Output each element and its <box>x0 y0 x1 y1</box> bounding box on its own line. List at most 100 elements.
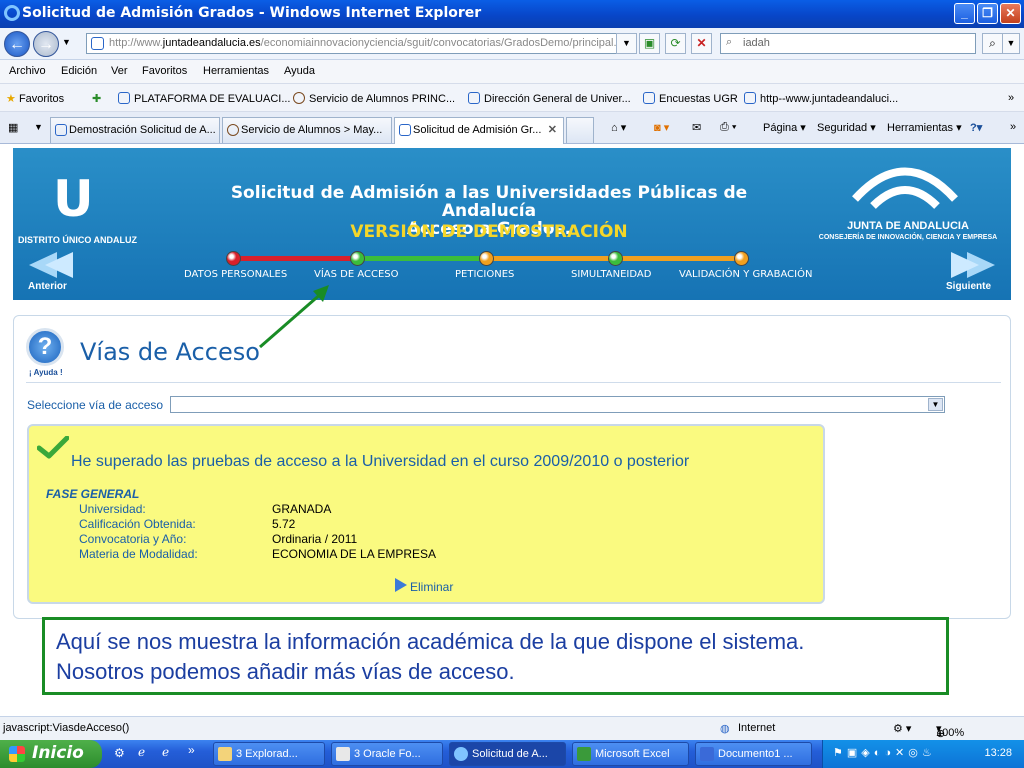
banner: U DISTRITO ÚNICO ANDALUZ Solicitud de Ad… <box>13 148 1011 300</box>
new-tab-button[interactable] <box>566 117 594 143</box>
favorite-servicio-alumnos[interactable]: Servicio de Alumnos PRINC... <box>293 92 455 105</box>
search-value: iadah <box>743 37 770 49</box>
tray-icons[interactable]: ⚑▣◈◐◑✕◎♨ <box>833 746 936 759</box>
junta-text: JUNTA DE ANDALUCIA CONSEJERÍA DE INNOVAC… <box>813 220 1003 244</box>
page-menu[interactable]: Página ▾ <box>763 121 806 134</box>
zoom-control[interactable]: ⊕ 100% ▾ <box>936 722 964 740</box>
tab-servicio-alumnos[interactable]: Servicio de Alumnos > May... <box>222 117 392 143</box>
row-label-calificacion: Calificación Obtenida: <box>79 517 196 531</box>
checkmark-icon <box>37 436 69 459</box>
tab-close-icon[interactable]: ✕ <box>548 123 557 136</box>
title-divider <box>26 382 1001 383</box>
prev-label[interactable]: Anterior <box>28 281 67 292</box>
chevron-down-icon[interactable]: ▼ <box>928 398 943 411</box>
quicklaunch-ie-icon[interactable]: ℯ <box>138 745 145 759</box>
help-icon[interactable]: ? <box>26 328 64 366</box>
feeds-icon[interactable]: ◙ ▾ <box>654 121 669 134</box>
access-route-select[interactable]: ▼ <box>170 396 945 413</box>
menu-herramientas[interactable]: Herramientas <box>203 65 269 77</box>
maximize-button[interactable]: ❐ <box>977 3 998 24</box>
task-oracle[interactable]: 3 Oracle Fo... <box>331 742 443 766</box>
menu-ayuda[interactable]: Ayuda <box>284 65 315 77</box>
favorites-button[interactable]: ★ Favoritos <box>6 92 64 105</box>
step-validacion-grabacion[interactable]: VALIDACIÓN Y GRABACIÓN <box>679 269 812 280</box>
quicklaunch-icon[interactable]: ⚙ <box>114 746 125 760</box>
print-icon[interactable]: ⎙ ▾ <box>720 121 736 134</box>
junta-name: JUNTA DE ANDALUCIA <box>847 220 969 232</box>
taskbar: Inicio ⚙ ℯ ℯ » 3 Explorad... 3 Oracle Fo… <box>0 740 1024 768</box>
home-icon[interactable]: ⌂ ▾ <box>611 121 626 134</box>
favorite-direccion-general[interactable]: Dirección General de Univer... <box>468 92 631 105</box>
url-dropdown-icon[interactable]: ▼ <box>616 33 637 54</box>
menu-ver[interactable]: Ver <box>111 65 128 77</box>
tools-menu[interactable]: Herramientas ▾ <box>887 121 962 134</box>
next-label[interactable]: Siguiente <box>946 281 991 292</box>
word-icon <box>700 747 714 761</box>
search-icon: ⌕ <box>726 36 733 48</box>
favorite-plataforma[interactable]: PLATAFORMA DE EVALUACI... <box>118 92 290 105</box>
title-bar: Solicitud de Admisión Grados - Windows I… <box>0 0 1024 28</box>
folder-icon <box>218 747 232 761</box>
search-input[interactable]: ⌕ iadah <box>720 33 976 54</box>
refresh-icon[interactable]: ⟳ <box>665 33 686 54</box>
favorite-encuestas[interactable]: Encuestas UGR <box>643 92 738 105</box>
oracle-icon <box>336 747 350 761</box>
forward-button[interactable]: → <box>33 31 59 57</box>
status-text: javascript:ViasdeAcceso() <box>3 722 130 734</box>
task-solicitud[interactable]: Solicitud de A... <box>449 742 566 766</box>
row-value-calificacion: 5.72 <box>272 517 296 531</box>
window-title: Solicitud de Admisión Grados - Windows I… <box>22 5 482 21</box>
page-icon <box>91 37 104 50</box>
task-explorador[interactable]: 3 Explorad... <box>213 742 325 766</box>
tab-solicitud-admision[interactable]: Solicitud de Admisión Gr... ✕ <box>394 117 564 144</box>
help-menu-icon[interactable]: ?▾ <box>970 121 982 134</box>
url-domain: juntadeandalucia.es <box>162 37 261 49</box>
ie-logo-icon <box>4 5 20 21</box>
tab-list-icon[interactable]: ▼ <box>34 122 43 132</box>
distrito-text: DISTRITO ÚNICO ANDALUZ <box>18 235 137 245</box>
compat-view-icon[interactable]: ▣ <box>639 33 660 54</box>
step-peticiones[interactable]: PETICIONES <box>455 269 514 280</box>
favorite-juntadeandalucia[interactable]: http--www.juntadeandaluci... <box>744 92 898 105</box>
task-documento[interactable]: Documento1 ... <box>695 742 812 766</box>
url-input[interactable]: http://www.juntadeandalucia.es/economiai… <box>86 33 634 54</box>
seal-icon <box>227 124 239 136</box>
mail-icon[interactable]: ✉ <box>692 121 701 134</box>
quicklaunch-more-icon[interactable]: » <box>188 743 195 757</box>
quick-tabs-icon[interactable]: ▦ <box>8 121 18 134</box>
add-favorite-icon[interactable]: ✚ <box>92 92 101 105</box>
help-label[interactable]: ¡ Ayuda ! <box>29 368 63 377</box>
history-dropdown-icon[interactable]: ▼ <box>62 37 71 47</box>
excel-icon <box>577 747 591 761</box>
url-path: /economiainnovacionyciencia/sguit/convoc… <box>260 37 617 49</box>
row-label-convocatoria: Convocatoria y Año: <box>79 532 187 546</box>
tab-demostracion[interactable]: Demostración Solicitud de A... <box>50 117 220 143</box>
start-button[interactable]: Inicio <box>0 740 102 768</box>
minimize-button[interactable]: _ <box>954 3 975 24</box>
back-button[interactable]: ← <box>4 31 30 57</box>
menu-archivo[interactable]: Archivo <box>9 65 46 77</box>
toolbar-more-icon[interactable]: » <box>1010 121 1016 133</box>
next-arrow-icon[interactable] <box>947 250 997 280</box>
close-button[interactable]: ✕ <box>1000 3 1021 24</box>
route-heading: He superado las pruebas de acceso a la U… <box>71 453 690 470</box>
step-dot-vias <box>350 251 365 266</box>
favorites-more-icon[interactable]: » <box>1008 92 1014 104</box>
search-go-icon[interactable]: ⌕ <box>982 33 1003 54</box>
quicklaunch-ie2-icon[interactable]: ℯ <box>162 745 169 759</box>
prev-arrow-icon[interactable] <box>27 250 77 280</box>
delete-link[interactable]: Eliminar <box>395 578 453 594</box>
zone-text: Internet <box>738 722 776 734</box>
security-menu[interactable]: Seguridad ▾ <box>817 121 876 134</box>
menu-favoritos[interactable]: Favoritos <box>142 65 187 77</box>
task-excel[interactable]: Microsoft Excel <box>572 742 689 766</box>
page-icon <box>118 92 130 104</box>
menu-edicion[interactable]: Edición <box>61 65 97 77</box>
url-prefix: http://www. <box>109 37 163 49</box>
step-simultaneidad[interactable]: SIMULTANEIDAD <box>571 269 651 280</box>
stop-icon[interactable]: ✕ <box>691 33 712 54</box>
search-options-icon[interactable]: ▼ <box>1002 33 1020 54</box>
ie-icon <box>454 747 468 761</box>
protected-mode-icon[interactable]: ⚙ ▾ <box>893 722 911 735</box>
step-dot-simultaneidad <box>608 251 623 266</box>
